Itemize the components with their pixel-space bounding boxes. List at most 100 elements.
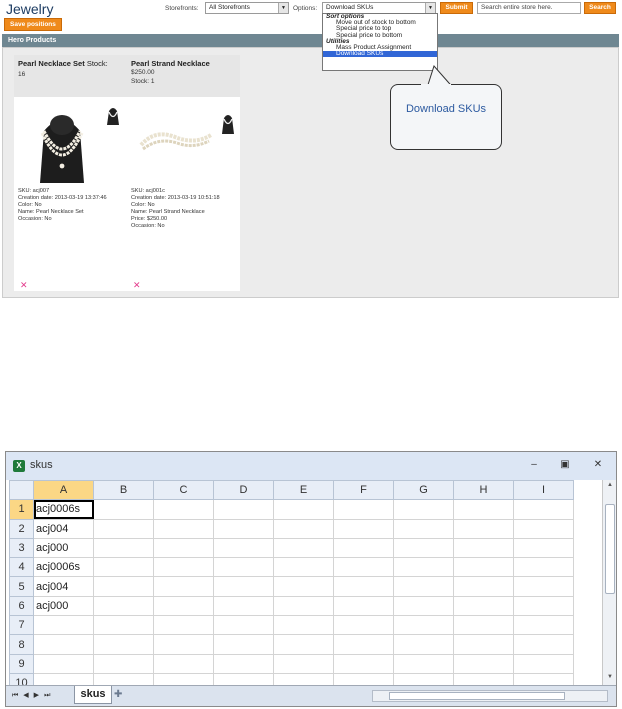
cell[interactable] bbox=[333, 518, 394, 539]
cell[interactable] bbox=[153, 499, 214, 520]
cell[interactable] bbox=[453, 557, 514, 578]
cell[interactable] bbox=[273, 595, 334, 617]
cell[interactable] bbox=[513, 537, 574, 559]
cell[interactable] bbox=[333, 672, 394, 685]
cell[interactable] bbox=[93, 634, 154, 655]
cell[interactable] bbox=[453, 653, 514, 674]
cell[interactable] bbox=[213, 537, 274, 559]
cell[interactable] bbox=[273, 634, 334, 655]
cell[interactable] bbox=[333, 595, 394, 617]
cell[interactable] bbox=[513, 576, 574, 597]
cell[interactable] bbox=[453, 576, 514, 597]
sheet-tab-skus[interactable]: skus bbox=[74, 686, 112, 704]
minimize-icon[interactable]: – bbox=[527, 459, 541, 470]
row-header[interactable]: 4 bbox=[9, 557, 34, 578]
cell-table[interactable]: A B C D E F G H I 1 acj0006s 2 acj004 3 acj00… bbox=[9, 480, 574, 685]
close-icon[interactable]: ✕ bbox=[591, 459, 605, 470]
cell[interactable]: acj000 bbox=[33, 537, 94, 559]
cell[interactable] bbox=[153, 595, 214, 617]
cell[interactable] bbox=[213, 499, 274, 520]
column-header[interactable]: G bbox=[393, 480, 454, 501]
cell[interactable] bbox=[393, 518, 454, 539]
sheet-nav-icons[interactable]: ⏮◀▶⏭ bbox=[12, 691, 55, 700]
delete-icon[interactable]: ✕ bbox=[20, 280, 28, 291]
cell[interactable]: acj004 bbox=[33, 518, 94, 539]
cell[interactable] bbox=[153, 615, 214, 636]
cell[interactable] bbox=[513, 557, 574, 578]
delete-icon[interactable]: ✕ bbox=[133, 280, 141, 291]
cell[interactable] bbox=[333, 615, 394, 636]
dropdown-option-selected[interactable]: Download SKUs bbox=[323, 50, 437, 58]
column-header[interactable]: A bbox=[33, 480, 94, 501]
cell[interactable] bbox=[153, 653, 214, 674]
cell[interactable] bbox=[513, 615, 574, 636]
scroll-thumb[interactable] bbox=[389, 692, 565, 700]
cell[interactable] bbox=[333, 537, 394, 559]
row-header[interactable]: 7 bbox=[9, 615, 34, 636]
cell[interactable] bbox=[453, 518, 514, 539]
vertical-scrollbar[interactable]: ▲ ▼ bbox=[602, 480, 616, 685]
row-header[interactable]: 1 bbox=[9, 499, 34, 520]
column-header[interactable]: F bbox=[333, 480, 394, 501]
cell[interactable] bbox=[153, 576, 214, 597]
search-button[interactable]: Search bbox=[584, 2, 616, 14]
cell[interactable] bbox=[153, 634, 214, 655]
column-header[interactable]: E bbox=[273, 480, 334, 501]
cell[interactable]: acj0006s bbox=[33, 557, 94, 578]
select-all-corner[interactable] bbox=[9, 480, 34, 501]
restore-icon[interactable]: ▣ bbox=[558, 459, 572, 470]
row-header[interactable]: 5 bbox=[9, 576, 34, 597]
column-header[interactable]: C bbox=[153, 480, 214, 501]
cell[interactable] bbox=[513, 634, 574, 655]
cell[interactable] bbox=[213, 518, 274, 539]
cell[interactable] bbox=[153, 537, 214, 559]
cell[interactable]: acj0006s bbox=[33, 499, 94, 520]
cell[interactable] bbox=[213, 595, 274, 617]
cell[interactable] bbox=[393, 537, 454, 559]
cell[interactable] bbox=[453, 615, 514, 636]
cell[interactable] bbox=[393, 615, 454, 636]
cell[interactable] bbox=[513, 672, 574, 685]
cell[interactable]: acj004 bbox=[33, 576, 94, 597]
cell[interactable] bbox=[273, 499, 334, 520]
cell[interactable] bbox=[513, 499, 574, 520]
submit-button[interactable]: Submit bbox=[440, 2, 473, 14]
cell[interactable] bbox=[93, 576, 154, 597]
cell[interactable] bbox=[213, 634, 274, 655]
cell[interactable] bbox=[393, 653, 454, 674]
cell[interactable] bbox=[273, 653, 334, 674]
cell[interactable] bbox=[393, 595, 454, 617]
search-input[interactable]: Search entire store here. bbox=[477, 2, 581, 14]
cell[interactable] bbox=[393, 672, 454, 685]
row-header[interactable]: 9 bbox=[9, 653, 34, 674]
cell[interactable] bbox=[213, 615, 274, 636]
cell[interactable] bbox=[513, 653, 574, 674]
row-header[interactable]: 8 bbox=[9, 634, 34, 655]
cell[interactable] bbox=[153, 672, 214, 685]
cell[interactable] bbox=[93, 615, 154, 636]
row-header[interactable]: 10 bbox=[9, 672, 34, 685]
cell[interactable] bbox=[33, 672, 94, 685]
product-card[interactable]: Pearl Necklace Set Stock: 16 SKU: acj007… bbox=[14, 55, 127, 291]
cell[interactable] bbox=[453, 595, 514, 617]
cell[interactable] bbox=[513, 595, 574, 617]
cell[interactable] bbox=[333, 653, 394, 674]
cell[interactable] bbox=[513, 518, 574, 539]
cell[interactable] bbox=[33, 634, 94, 655]
scroll-down-icon[interactable]: ▼ bbox=[605, 674, 615, 680]
cell[interactable] bbox=[93, 537, 154, 559]
cell[interactable] bbox=[453, 634, 514, 655]
insert-sheet-icon[interactable]: ✚ bbox=[114, 689, 122, 700]
cell[interactable] bbox=[93, 499, 154, 520]
column-header[interactable]: H bbox=[453, 480, 514, 501]
cell[interactable] bbox=[93, 672, 154, 685]
cell[interactable] bbox=[213, 576, 274, 597]
horizontal-scrollbar[interactable] bbox=[372, 690, 608, 702]
cell[interactable] bbox=[153, 557, 214, 578]
scroll-up-icon[interactable]: ▲ bbox=[605, 482, 615, 488]
cell[interactable] bbox=[453, 672, 514, 685]
save-positions-button[interactable]: Save positions bbox=[4, 18, 62, 31]
cell[interactable] bbox=[273, 537, 334, 559]
product-card[interactable]: Pearl Strand Necklace $250.00 Stock: 1 S… bbox=[127, 55, 240, 291]
cell[interactable] bbox=[273, 557, 334, 578]
